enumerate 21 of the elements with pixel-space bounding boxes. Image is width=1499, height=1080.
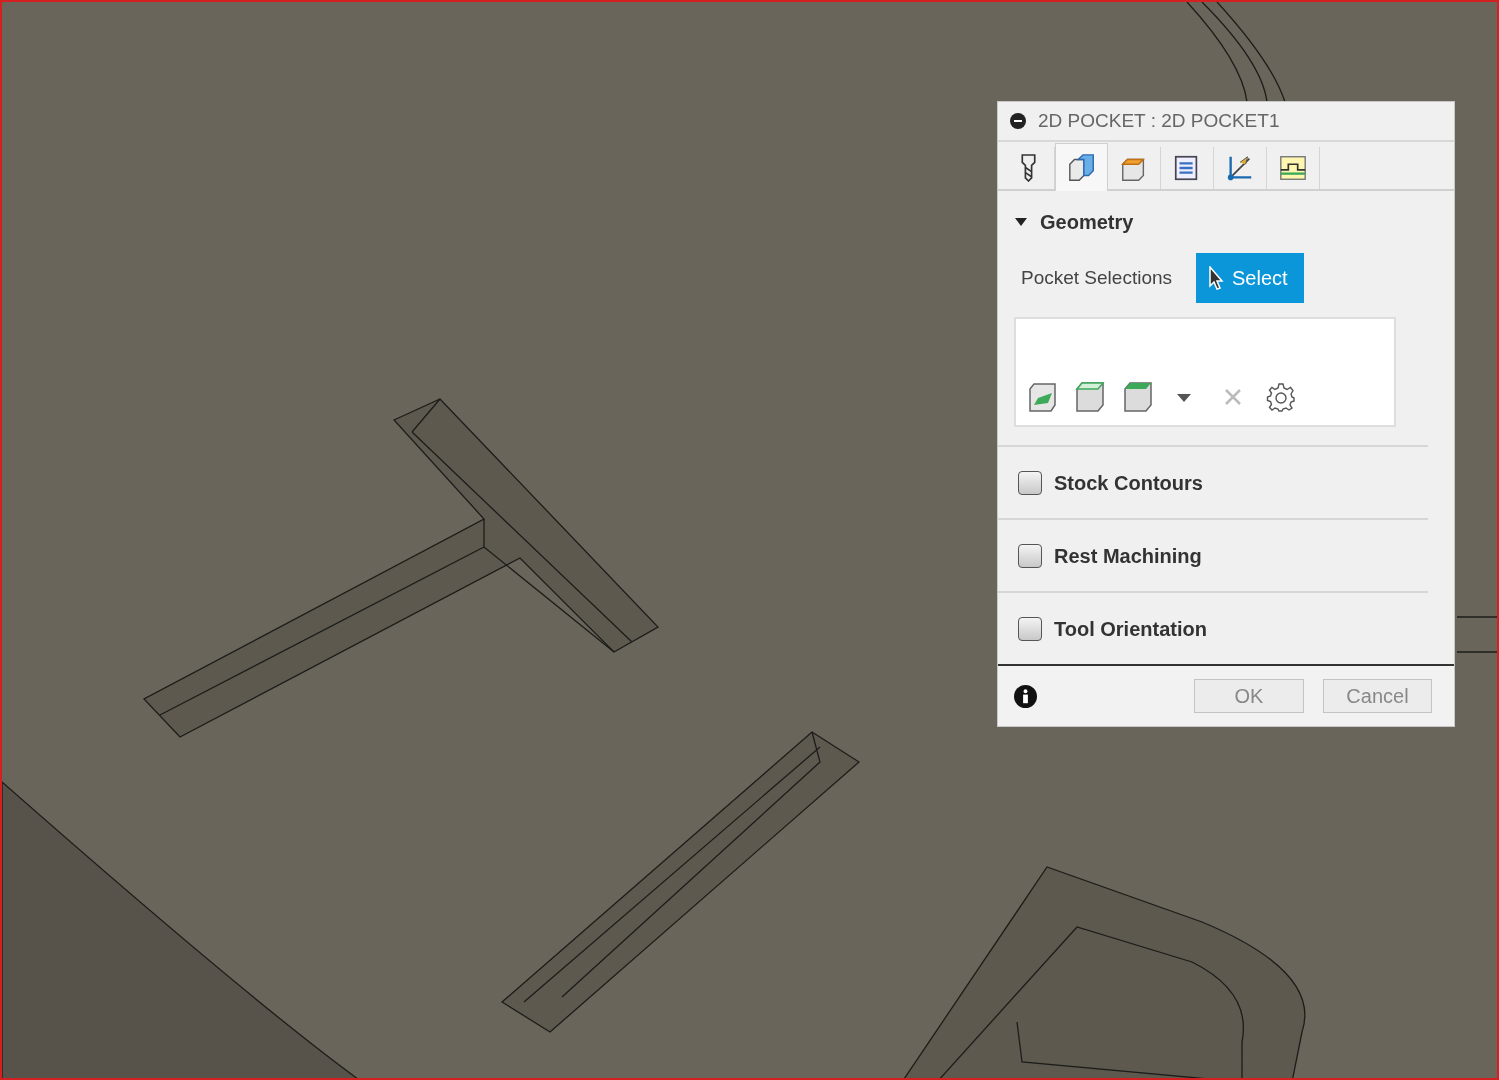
dialog-title: 2D POCKET : 2D POCKET1 xyxy=(1038,108,1280,133)
section-title[interactable]: Geometry xyxy=(1040,207,1134,238)
cursor-icon xyxy=(1208,266,1225,291)
checkbox[interactable] xyxy=(1018,470,1042,495)
box-top-outline-icon[interactable] xyxy=(1074,381,1106,414)
face-icon[interactable] xyxy=(1026,381,1058,414)
checkbox-label[interactable]: Tool Orientation xyxy=(1054,613,1207,644)
checkbox[interactable] xyxy=(1018,543,1042,568)
collapse-icon[interactable] xyxy=(1010,113,1026,130)
checkbox-label[interactable]: Rest Machining xyxy=(1054,540,1202,571)
caret-icon[interactable] xyxy=(1014,217,1028,228)
checkbox[interactable] xyxy=(1018,616,1042,641)
settings-icon[interactable] xyxy=(1266,383,1296,414)
dropdown-icon[interactable] xyxy=(1176,393,1192,404)
field-label: Pocket Selections xyxy=(1021,265,1173,290)
box-top-filled-icon[interactable] xyxy=(1122,381,1154,414)
info-icon[interactable] xyxy=(1014,684,1037,708)
tool-icon xyxy=(1020,154,1036,183)
tab[interactable] xyxy=(1055,143,1108,192)
blocks-icon xyxy=(1066,152,1097,183)
checkbox-label[interactable]: Stock Contours xyxy=(1054,467,1203,498)
